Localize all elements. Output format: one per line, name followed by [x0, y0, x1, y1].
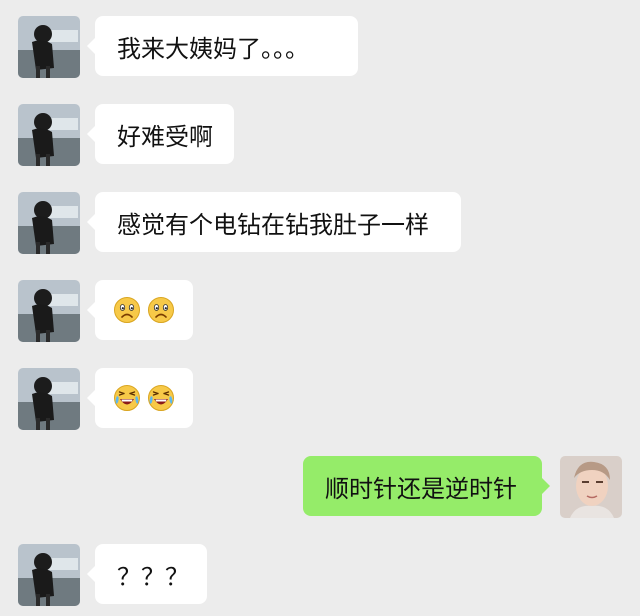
- contact-avatar[interactable]: [18, 192, 80, 254]
- message-text: ？？？: [117, 562, 189, 591]
- incoming-message-bubble[interactable]: 我来大姨妈了。。。: [87, 16, 358, 76]
- message-text: 感觉有个电钻在钻我肚子一样: [117, 210, 429, 239]
- message-row: ？？？: [0, 544, 640, 606]
- incoming-message-bubble[interactable]: 感觉有个电钻在钻我肚子一样: [87, 192, 461, 252]
- message-row: 感觉有个电钻在钻我肚子一样: [0, 192, 640, 254]
- message-text: 顺时针还是逆时针: [325, 474, 517, 503]
- contact-avatar-image: [18, 544, 80, 606]
- user-avatar[interactable]: [560, 456, 622, 518]
- message-text: 好难受啊: [117, 122, 213, 151]
- outgoing-message-bubble[interactable]: 顺时针还是逆时针: [303, 456, 550, 516]
- incoming-message-bubble[interactable]: [87, 368, 193, 428]
- message-row: 顺时针还是逆时针: [0, 456, 640, 518]
- incoming-message-bubble[interactable]: 好难受啊: [87, 104, 234, 164]
- message-row: 好难受啊: [0, 104, 640, 166]
- contact-avatar-image: [18, 368, 80, 430]
- contact-avatar[interactable]: [18, 16, 80, 78]
- crying-laugh-emoji-icon: [114, 385, 140, 411]
- user-avatar-image: [560, 456, 622, 518]
- frown-emoji-icon: [114, 297, 140, 323]
- contact-avatar[interactable]: [18, 368, 80, 430]
- contact-avatar-image: [18, 192, 80, 254]
- contact-avatar-image: [18, 16, 80, 78]
- contact-avatar-image: [18, 104, 80, 166]
- frown-emoji-icon: [148, 297, 174, 323]
- message-text: 我来大姨妈了。。。: [117, 34, 309, 63]
- contact-avatar-image: [18, 280, 80, 342]
- message-row: 我来大姨妈了。。。: [0, 16, 640, 78]
- incoming-message-bubble[interactable]: [87, 280, 193, 340]
- chat-conversation: 我来大姨妈了。。。 好难受啊 感觉有个电钻在钻我肚子一样 顺时针还是逆时针 ？？…: [0, 0, 640, 616]
- contact-avatar[interactable]: [18, 544, 80, 606]
- contact-avatar[interactable]: [18, 104, 80, 166]
- incoming-message-bubble[interactable]: ？？？: [87, 544, 207, 604]
- contact-avatar[interactable]: [18, 280, 80, 342]
- crying-laugh-emoji-icon: [148, 385, 174, 411]
- message-row: [0, 280, 640, 342]
- message-row: [0, 368, 640, 430]
